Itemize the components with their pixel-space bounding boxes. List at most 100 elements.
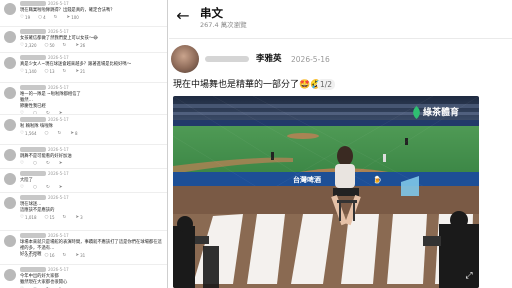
avatar[interactable] [4, 149, 16, 161]
reply-icon: ○ [44, 131, 49, 136]
reply-icon: ○ [33, 185, 37, 190]
like-icon: ♡ [20, 185, 25, 190]
avatar[interactable] [4, 197, 16, 209]
like-button[interactable]: ♡ [20, 185, 25, 191]
repost-button[interactable]: ↻ [46, 161, 51, 167]
reply-button[interactable]: ○ [45, 131, 50, 137]
repost-icon: ↻ [45, 161, 50, 166]
arrow-left-icon[interactable]: ← [175, 7, 191, 25]
reply-button[interactable]: ○ 16 [45, 253, 55, 259]
avatar[interactable] [4, 87, 16, 99]
like-icon: ♡ [20, 15, 25, 20]
reply-button[interactable]: ○ [33, 161, 38, 167]
share-button[interactable]: ➤ 26 [75, 43, 85, 49]
repost-button[interactable]: ↻ [57, 131, 62, 137]
comment-actions: ♡ 1,140 ○ 13 ↻ ➤ 21 [20, 69, 85, 75]
like-button[interactable]: ♡ 3,071 [20, 253, 37, 259]
comment-time: 2026-5-17 [48, 29, 69, 34]
repost-button[interactable]: ↻ [46, 185, 51, 191]
stadium-photo: 台灣啤酒 🍺 FUAEF [173, 96, 479, 288]
reply-icon: ○ [33, 161, 37, 166]
count: 3 [80, 215, 83, 220]
count: 13 [49, 69, 55, 74]
avatar[interactable] [4, 235, 16, 247]
comment-divider [0, 168, 167, 169]
comment-divider [0, 230, 167, 231]
share-button[interactable]: ➤ 21 [75, 69, 85, 75]
share-button[interactable]: ➤ [59, 161, 64, 167]
share-icon: ➤ [75, 43, 80, 48]
share-button[interactable]: ➤ 100 [66, 15, 78, 21]
comment-text: 現在球迷… 這應該不是應該的 [20, 202, 55, 213]
avatar[interactable] [4, 119, 16, 131]
avatar[interactable] [4, 269, 16, 281]
username-redacted [20, 195, 46, 200]
count: 50 [49, 43, 55, 48]
comment-time: 2026-5-17 [48, 233, 69, 238]
count: 1,140 [25, 69, 37, 74]
repost-button[interactable]: ↻ [54, 15, 59, 21]
like-icon: ♡ [20, 253, 25, 258]
avatar[interactable] [4, 31, 16, 43]
avatar[interactable] [4, 173, 16, 185]
comment-text: 大陸了 [20, 178, 33, 183]
outfield-wall [173, 120, 479, 126]
comment-text: 真是少女人~現在球迷會越來越多？跟著進場是比較好嗎～ [20, 62, 132, 67]
share-icon: ➤ [70, 131, 74, 136]
share-button[interactable]: ➤ 3 [75, 215, 82, 221]
count: 1,018 [25, 215, 37, 220]
comment-text: 現在職業啦啦隊跳得？出錢是真的，確定合法嗎？ [20, 8, 115, 13]
post-image[interactable]: 台灣啤酒 🍺 FUAEF [173, 96, 479, 288]
comment-time: 2026-5-17 [48, 1, 69, 6]
repost-button[interactable]: ↻ [63, 69, 68, 75]
like-button[interactable]: ♡ 1,564 [20, 131, 37, 137]
reply-button[interactable]: ○ 15 [45, 215, 55, 221]
comment-divider [0, 114, 167, 115]
repost-button[interactable]: ↻ [63, 253, 68, 259]
comment-text: 女孩確信都做了然我們愛上可以女孩～😂 [20, 36, 99, 41]
reply-button[interactable]: ○ 4 [38, 15, 45, 21]
page-title: 串文 [200, 6, 223, 20]
view-count: 267.4 萬次瀏覽 [200, 21, 247, 29]
share-button[interactable]: ➤ 31 [75, 253, 85, 259]
like-button[interactable]: ♡ 19 [20, 15, 30, 21]
like-button[interactable]: ♡ 1,140 [20, 69, 37, 75]
share-button[interactable]: ➤ 8 [70, 131, 77, 137]
comment-time: 2026-5-17 [48, 171, 69, 176]
username-redacted [20, 267, 46, 272]
share-button[interactable]: ➤ [59, 185, 64, 191]
like-button[interactable]: ♡ 1,018 [20, 215, 37, 221]
comment-divider [0, 192, 167, 193]
comment-actions: ♡ 2,320 ○ 50 ↻ ➤ 26 [20, 43, 85, 49]
reply-icon: ○ [44, 215, 49, 220]
comment-divider [0, 144, 167, 145]
leaf-logo-icon [413, 106, 420, 119]
repost-icon: ↻ [45, 185, 50, 190]
avatar[interactable] [4, 57, 16, 69]
comment-time: 2026-5-17 [48, 117, 69, 122]
comments-panel: 2026-5-17 現在職業啦啦隊跳得？出錢是真的，確定合法嗎？ ♡ 19 ○ 4 ↻ ➤ 10… [0, 0, 168, 288]
username-redacted [20, 1, 46, 6]
comment-actions: ♡ 1,564 ○ ↻ ➤ 8 [20, 131, 78, 137]
post-author[interactable]: 李雅英 [256, 54, 282, 64]
reply-button[interactable]: ○ [33, 185, 38, 191]
reply-icon: ○ [38, 15, 43, 20]
avatar[interactable] [171, 45, 199, 73]
like-button[interactable]: ♡ 2,320 [20, 43, 37, 49]
username-redacted [20, 55, 46, 60]
avatar[interactable] [4, 3, 16, 15]
repost-button[interactable]: ↻ [63, 43, 68, 49]
reply-button[interactable]: ○ 13 [45, 69, 55, 75]
dugout-wall [173, 186, 479, 216]
reply-button[interactable]: ○ 50 [45, 43, 55, 49]
repost-button[interactable]: ↻ [63, 215, 68, 221]
count: 4 [43, 15, 46, 20]
like-button[interactable]: ♡ [20, 161, 25, 167]
count: 31 [80, 253, 86, 258]
count: 1,564 [25, 131, 37, 136]
expand-icon[interactable]: ⤢ [463, 270, 475, 282]
username-redacted [205, 56, 249, 62]
repost-icon: ↻ [53, 15, 58, 20]
username-redacted [20, 233, 46, 238]
like-icon: ♡ [20, 161, 25, 166]
